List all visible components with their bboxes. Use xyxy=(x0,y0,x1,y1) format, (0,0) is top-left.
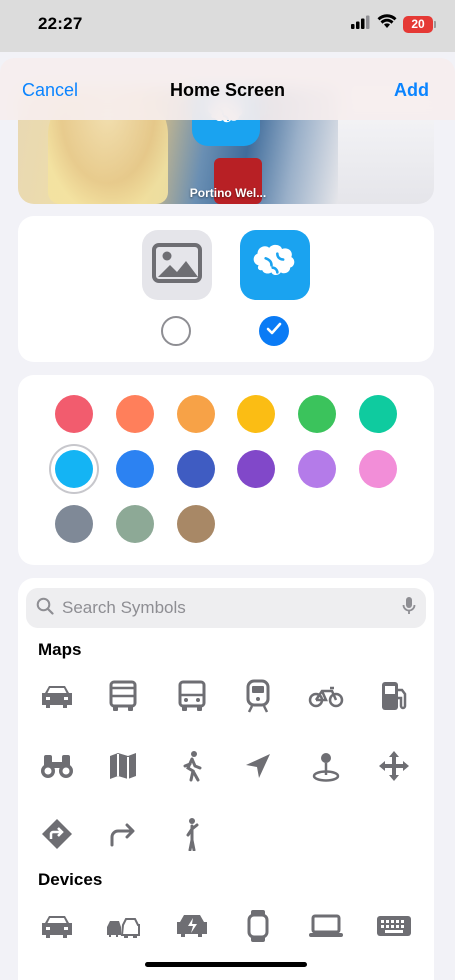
color-swatch-blue[interactable] xyxy=(116,450,154,488)
battery-icon: 20 xyxy=(403,15,436,33)
color-picker-card xyxy=(18,375,434,565)
status-bar: 22:27 20 xyxy=(0,0,455,52)
checkmark-icon xyxy=(266,322,282,340)
section-title-devices: Devices xyxy=(38,870,103,889)
home-indicator xyxy=(145,962,307,967)
color-swatch-pink[interactable] xyxy=(359,450,397,488)
color-swatch-indigo[interactable] xyxy=(177,450,215,488)
map-icon[interactable] xyxy=(103,746,143,786)
image-style-option[interactable] xyxy=(142,230,212,300)
home-screen-sheet: Portino Wel... Cancel Home Screen Add Se… xyxy=(0,58,455,980)
search-input[interactable]: Search Symbols xyxy=(62,598,402,618)
image-style-radio[interactable] xyxy=(161,316,191,346)
icon-style-card xyxy=(18,216,434,362)
status-icons: 20 xyxy=(351,14,436,34)
directions-sign-icon[interactable] xyxy=(37,814,77,854)
bus-icon[interactable] xyxy=(103,676,143,716)
symbols-card: Search Symbols Maps Devices xyxy=(18,578,434,980)
color-swatch-teal[interactable] xyxy=(359,395,397,433)
microphone-icon[interactable] xyxy=(402,596,416,621)
color-swatch-sage[interactable] xyxy=(116,505,154,543)
bicycle-icon[interactable] xyxy=(306,676,346,716)
add-button[interactable]: Add xyxy=(394,80,429,101)
laptop-icon[interactable] xyxy=(306,906,346,946)
search-symbols-field[interactable]: Search Symbols xyxy=(26,588,426,628)
nav-bar: Cancel Home Screen Add xyxy=(0,58,455,120)
fuel-pump-icon[interactable] xyxy=(374,676,414,716)
electric-car-icon[interactable] xyxy=(172,906,212,946)
color-swatch-red[interactable] xyxy=(55,395,93,433)
watch-icon[interactable] xyxy=(238,906,278,946)
map-pin-icon[interactable] xyxy=(306,746,346,786)
color-swatch-coral[interactable] xyxy=(116,395,154,433)
color-swatch-purple[interactable] xyxy=(237,450,275,488)
turn-right-arrow-icon[interactable] xyxy=(103,814,143,854)
car-icon[interactable] xyxy=(37,676,77,716)
bus-front-icon[interactable] xyxy=(172,676,212,716)
section-title-maps: Maps xyxy=(38,640,82,659)
preview-app-label: Portino Wel... xyxy=(189,186,267,200)
walking-person-icon[interactable] xyxy=(172,746,212,786)
photo-icon xyxy=(152,242,202,288)
color-swatch-gray[interactable] xyxy=(55,505,93,543)
icon-style-radio[interactable] xyxy=(259,316,289,346)
color-swatch-lavender[interactable] xyxy=(298,450,336,488)
move-arrows-icon[interactable] xyxy=(374,746,414,786)
tram-icon[interactable] xyxy=(238,676,278,716)
color-swatch-yellow[interactable] xyxy=(237,395,275,433)
standing-person-icon[interactable] xyxy=(172,814,212,854)
color-swatch-brown[interactable] xyxy=(177,505,215,543)
cellular-signal-icon xyxy=(351,15,371,34)
binoculars-icon[interactable] xyxy=(37,746,77,786)
color-swatch-light-blue[interactable] xyxy=(55,450,93,488)
keyboard-icon[interactable] xyxy=(374,906,414,946)
brain-app-icon xyxy=(249,242,301,289)
wifi-icon xyxy=(377,14,397,34)
color-swatch-orange[interactable] xyxy=(177,395,215,433)
icon-style-option[interactable] xyxy=(240,230,310,300)
color-swatch-green[interactable] xyxy=(298,395,336,433)
car-icon[interactable] xyxy=(37,906,77,946)
location-arrow-icon[interactable] xyxy=(238,746,278,786)
two-cars-icon[interactable] xyxy=(103,906,143,946)
page-title: Home Screen xyxy=(169,80,286,100)
search-icon xyxy=(36,597,54,620)
status-time: 22:27 xyxy=(38,14,83,33)
